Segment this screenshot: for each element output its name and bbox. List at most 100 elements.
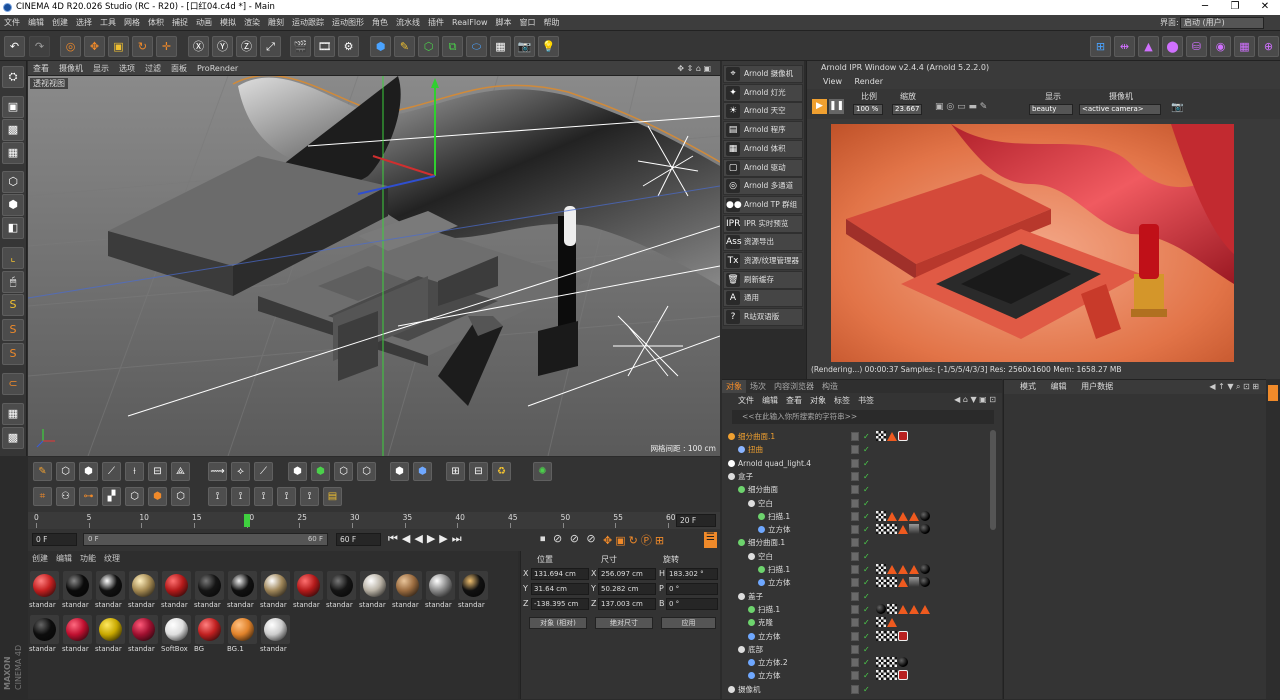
viewport-menu-item[interactable]: 查看 bbox=[28, 61, 54, 76]
menu-item[interactable]: 网格 bbox=[120, 15, 144, 30]
menu-item[interactable]: 捕捉 bbox=[168, 15, 192, 30]
tag-icon[interactable] bbox=[887, 511, 897, 521]
arnold-menu-item[interactable]: ⌖ Arnold 摄像机 bbox=[723, 65, 803, 83]
menu-item[interactable]: 运动跟踪 bbox=[288, 15, 328, 30]
manager-tab[interactable]: 场次 bbox=[746, 380, 770, 393]
layout-dropdown[interactable]: 启动 (用户) bbox=[1180, 17, 1264, 29]
subdivision-icon[interactable]: ⬡ bbox=[418, 36, 439, 57]
tag-icon[interactable] bbox=[887, 432, 897, 441]
tag-icon[interactable] bbox=[909, 524, 919, 535]
arnold-menu-item[interactable]: 🗑 刷新缓存 bbox=[723, 270, 803, 289]
material-swatch[interactable]: standar bbox=[95, 615, 126, 658]
menu-item[interactable]: 运动图形 bbox=[328, 15, 368, 30]
make-editable-icon[interactable]: ⛭ bbox=[2, 66, 24, 88]
current-frame-field[interactable]: 0 F bbox=[32, 533, 77, 546]
object-row[interactable]: 空白 ✓ bbox=[722, 550, 994, 563]
menu-item[interactable]: 创建 bbox=[48, 15, 72, 30]
arnold-menu-item[interactable]: ▦ Arnold 体积 bbox=[723, 139, 803, 158]
manager-tab[interactable]: 内容浏览器 bbox=[770, 380, 818, 393]
material-swatch[interactable]: standar bbox=[194, 571, 225, 614]
material-swatch[interactable]: standar bbox=[128, 571, 159, 614]
arnold-toolbar-icon-7[interactable]: ▦ bbox=[1234, 36, 1255, 57]
attr-menu-userdata[interactable]: 用户数据 bbox=[1075, 380, 1119, 394]
tag-icon[interactable] bbox=[887, 603, 897, 614]
enabled-check-icon[interactable]: ✓ bbox=[863, 497, 870, 510]
material-swatch[interactable]: standar bbox=[29, 615, 60, 658]
object-menu-item[interactable]: 标签 bbox=[830, 394, 854, 408]
set-point-icon[interactable]: ⟟ bbox=[300, 487, 319, 506]
menu-item[interactable]: 文件 bbox=[0, 15, 24, 30]
object-row[interactable]: 立方体 ✓ bbox=[722, 669, 994, 682]
cube-outline-icon[interactable]: ⬡ bbox=[334, 462, 353, 481]
polygon-pen-icon[interactable]: ⬡ bbox=[56, 462, 75, 481]
line-cut-icon[interactable]: ⟋ bbox=[102, 462, 121, 481]
points-mode-icon[interactable]: ⬡ bbox=[2, 171, 24, 193]
arnold-menu-item[interactable]: ▢ Arnold 驱动 bbox=[723, 158, 803, 177]
object-row[interactable]: 立方体 ✓ bbox=[722, 576, 994, 589]
visibility-toggle[interactable] bbox=[851, 445, 859, 455]
enabled-check-icon[interactable]: ✓ bbox=[863, 630, 870, 643]
material-swatch[interactable]: standar bbox=[392, 571, 423, 614]
material-swatch[interactable]: standar bbox=[62, 615, 93, 658]
menu-item[interactable]: 体积 bbox=[144, 15, 168, 30]
visibility-toggle[interactable] bbox=[851, 604, 859, 614]
tag-icon[interactable] bbox=[887, 565, 897, 574]
loop-cut-icon[interactable]: ⟊ bbox=[125, 462, 144, 481]
enabled-check-icon[interactable]: ✓ bbox=[863, 550, 870, 563]
visibility-toggle[interactable] bbox=[851, 671, 859, 681]
ipr-menu-render[interactable]: Render bbox=[855, 77, 883, 86]
maximize-button[interactable]: ❐ bbox=[1220, 0, 1250, 15]
arnold-menu-item[interactable]: Ass 资源导出 bbox=[723, 233, 803, 252]
smooth-icon[interactable]: ⟋ bbox=[254, 462, 273, 481]
edge-tool-icon[interactable]: ▞ bbox=[102, 487, 121, 506]
timeline-menu-icon[interactable]: ☰ bbox=[704, 532, 717, 548]
enabled-check-icon[interactable]: ✓ bbox=[863, 457, 870, 470]
position-field[interactable]: 131.694 cm bbox=[531, 568, 589, 580]
enabled-check-icon[interactable]: ✓ bbox=[863, 523, 870, 536]
object-row[interactable]: 克隆 ✓ bbox=[722, 616, 994, 629]
size-field[interactable]: 137.003 cm bbox=[598, 598, 656, 610]
visibility-toggle[interactable] bbox=[851, 631, 859, 641]
tag-icon[interactable] bbox=[920, 604, 930, 614]
tag-icon[interactable] bbox=[920, 524, 930, 535]
redo-icon[interactable]: ↷ bbox=[29, 36, 50, 57]
visibility-toggle[interactable] bbox=[851, 485, 859, 495]
visibility-toggle[interactable] bbox=[851, 458, 859, 468]
menu-item[interactable]: 编辑 bbox=[24, 15, 48, 30]
menu-item[interactable]: 角色 bbox=[368, 15, 392, 30]
viewport-nav-icons[interactable]: ✥ ⇕ ⌂ ▣ bbox=[672, 61, 716, 76]
cube-frame-icon[interactable]: ⬡ bbox=[357, 462, 376, 481]
menu-item[interactable]: 脚本 bbox=[492, 15, 516, 30]
cube-add-icon[interactable]: ⬢ bbox=[288, 462, 307, 481]
viewport-menu-item[interactable]: 显示 bbox=[88, 61, 114, 76]
tag-icon[interactable] bbox=[898, 578, 908, 588]
visibility-toggle[interactable] bbox=[851, 511, 859, 521]
size-mode-dropdown[interactable]: 绝对尺寸 bbox=[595, 617, 653, 629]
ipr-view-tools-icon[interactable]: ▣ ◎ ▭ ▬ ✎ bbox=[935, 102, 987, 112]
material-menu-item[interactable]: 创建 bbox=[28, 553, 52, 565]
bevel-icon[interactable]: ⟁ bbox=[171, 462, 190, 481]
object-menu-item[interactable]: 查看 bbox=[782, 394, 806, 408]
close-hole-icon[interactable]: ⟟ bbox=[254, 487, 273, 506]
mirror-icon[interactable]: ⊟ bbox=[469, 462, 488, 481]
lock-workplane-icon[interactable]: ▦ bbox=[2, 403, 24, 425]
brush-icon[interactable]: ✎ bbox=[33, 462, 52, 481]
object-row[interactable]: 盖子 ✓ bbox=[722, 590, 994, 603]
size-field[interactable]: 256.097 cm bbox=[598, 568, 656, 580]
slide-icon[interactable]: ⟿ bbox=[208, 462, 227, 481]
tag-icon[interactable] bbox=[898, 670, 908, 681]
tag-icon[interactable] bbox=[898, 525, 908, 535]
object-scrollbar[interactable] bbox=[990, 430, 996, 530]
tag-icon[interactable] bbox=[876, 617, 886, 628]
viewport-menu-item[interactable]: 过滤 bbox=[140, 61, 166, 76]
enabled-check-icon[interactable]: ✓ bbox=[863, 443, 870, 456]
enabled-check-icon[interactable]: ✓ bbox=[863, 656, 870, 669]
tag-icon[interactable] bbox=[887, 577, 897, 588]
tag-icon[interactable] bbox=[909, 565, 919, 574]
enabled-check-icon[interactable]: ✓ bbox=[863, 616, 870, 629]
object-row[interactable]: 立方体 ✓ bbox=[722, 630, 994, 643]
range-slider[interactable]: 0 F 60 F bbox=[83, 533, 328, 546]
camera-dropdown[interactable]: <active camera> bbox=[1079, 104, 1161, 115]
material-swatch[interactable]: standar bbox=[260, 571, 291, 614]
enabled-check-icon[interactable]: ✓ bbox=[863, 683, 870, 696]
